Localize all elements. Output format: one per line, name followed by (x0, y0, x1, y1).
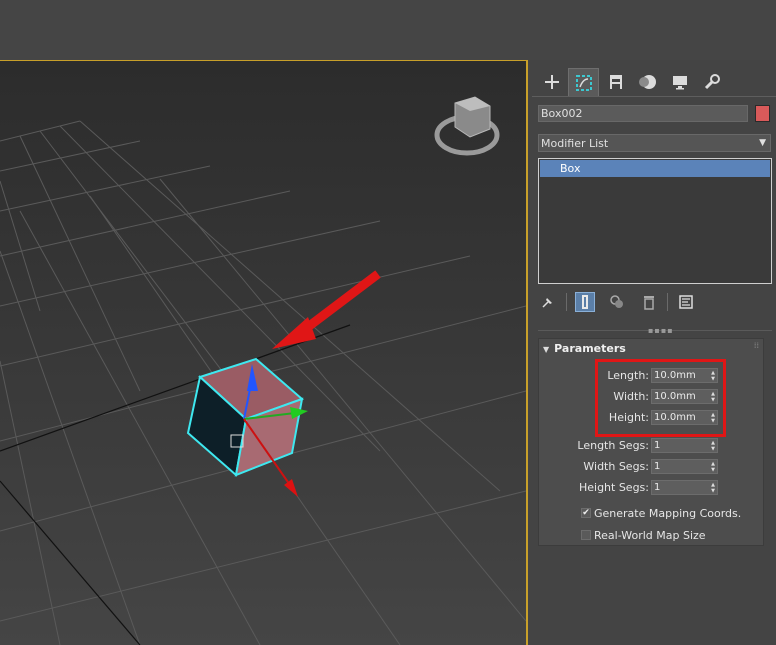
perspective-viewport[interactable] (0, 60, 528, 645)
height-segs-row: Height Segs: 1 ▲ ▼ (539, 480, 765, 496)
width-segs-value: 1 (654, 461, 661, 472)
spinner-arrows-icon[interactable]: ▲ ▼ (711, 461, 715, 473)
show-end-result-icon (582, 295, 588, 309)
top-toolbar-area (0, 0, 776, 60)
tab-display[interactable] (664, 68, 695, 96)
width-segs-label: Width Segs: (583, 460, 649, 473)
checkmark-icon[interactable]: ✔ (581, 508, 591, 518)
viewcube-icon[interactable] (434, 96, 500, 156)
toolbar-separator (667, 293, 668, 311)
hierarchy-icon (609, 75, 622, 89)
configure-modifier-sets-button[interactable] (676, 292, 696, 312)
show-end-result-button[interactable] (575, 292, 595, 312)
wrench-icon (704, 74, 720, 90)
height-segs-label: Height Segs: (578, 481, 649, 494)
tab-create[interactable] (536, 68, 567, 96)
length-segs-row: Length Segs: 1 ▲ ▼ (539, 438, 765, 454)
make-unique-button[interactable] (607, 292, 627, 312)
trash-icon (644, 296, 654, 310)
chevron-down-icon: ▼ (759, 138, 766, 148)
width-segs-row: Width Segs: 1 ▲ ▼ (539, 459, 765, 475)
tab-hierarchy[interactable] (600, 68, 631, 96)
height-segs-value: 1 (654, 482, 661, 493)
rollout-grip-icon: ⁞⁞ (753, 341, 759, 350)
tab-modify[interactable] (568, 68, 599, 96)
spinner-arrows-icon[interactable]: ▲ ▼ (711, 482, 715, 494)
pin-icon (542, 298, 552, 308)
stack-item-box[interactable]: Box (540, 160, 770, 177)
tab-divider (532, 96, 776, 97)
length-segs-value: 1 (654, 440, 661, 451)
parameters-title: Parameters (554, 342, 626, 355)
command-panel: Box002 Modifier List ▼ Box ▪▪▪▪ ▼ Paramet… (532, 62, 776, 645)
modifier-list-dropdown[interactable]: Modifier List ▼ (538, 134, 771, 152)
object-name-field[interactable]: Box002 (538, 105, 748, 122)
annotation-arrow (272, 270, 381, 349)
world-axis-x (0, 324, 351, 452)
display-icon (672, 76, 687, 90)
width-segs-spinner[interactable]: 1 ▲ ▼ (651, 459, 718, 474)
empty-checkbox-icon[interactable] (581, 530, 591, 540)
highlight-box (595, 359, 726, 437)
plus-icon (544, 75, 559, 89)
grip-icon[interactable]: ▪▪▪▪ (648, 326, 674, 335)
spinner-arrows-icon[interactable]: ▲ ▼ (711, 440, 715, 452)
real-world-map-size-checkbox[interactable]: Real-World Map Size (581, 529, 741, 543)
world-axis-y (0, 480, 141, 645)
command-panel-tabs (536, 68, 728, 96)
remove-modifier-button[interactable] (639, 292, 659, 312)
tab-motion[interactable] (632, 68, 663, 96)
object-color-swatch[interactable] (755, 105, 770, 122)
modifier-stack[interactable]: Box (538, 158, 772, 284)
length-segs-spinner[interactable]: 1 ▲ ▼ (651, 438, 718, 453)
collapse-triangle-icon: ▼ (543, 345, 550, 354)
generate-mapping-checkbox[interactable]: ✔ Generate Mapping Coords. (581, 507, 741, 521)
parameters-rollout-header[interactable]: ▼ Parameters (543, 342, 626, 355)
modifier-list-label: Modifier List (541, 137, 609, 150)
modify-icon (575, 74, 592, 91)
configure-sets-icon (679, 295, 693, 309)
make-unique-icon (610, 295, 623, 308)
motion-icon (638, 75, 656, 89)
pin-stack-button[interactable] (538, 292, 558, 312)
tab-utilities[interactable] (696, 68, 727, 96)
stack-toolbar (538, 292, 708, 312)
length-segs-label: Length Segs: (577, 439, 649, 452)
generate-mapping-label: Generate Mapping Coords. (594, 507, 742, 520)
real-world-map-size-label: Real-World Map Size (594, 529, 706, 542)
height-segs-spinner[interactable]: 1 ▲ ▼ (651, 480, 718, 495)
toolbar-separator (566, 293, 567, 311)
